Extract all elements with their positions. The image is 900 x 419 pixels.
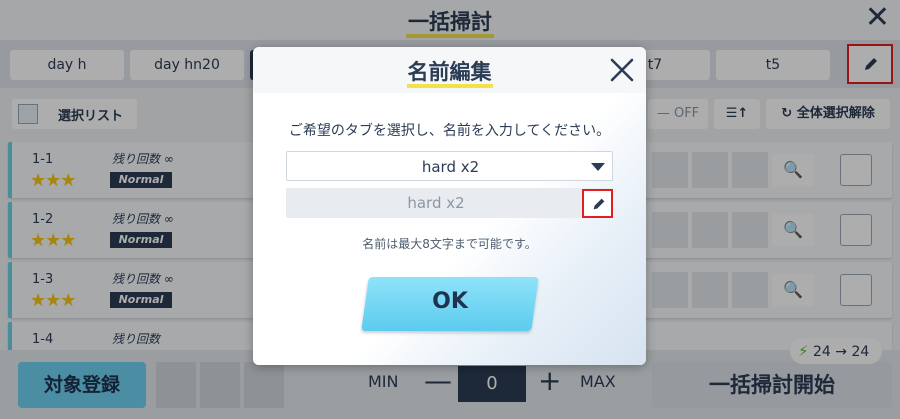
dialog-title: 名前編集 bbox=[253, 56, 646, 88]
close-icon[interactable] bbox=[607, 55, 637, 85]
ok-button-label: OK bbox=[432, 289, 468, 314]
tab-select-dropdown[interactable]: hard x2 bbox=[286, 151, 613, 181]
rename-dialog: 名前編集 ご希望のタブを選択し、名前を入力してください。 hard x2 har… bbox=[253, 47, 646, 365]
name-length-hint: 名前は最大8文字まで可能です。 bbox=[362, 237, 537, 251]
dialog-header: 名前編集 bbox=[253, 47, 646, 93]
selected-tab-value: hard x2 bbox=[421, 158, 480, 176]
edit-name-button[interactable] bbox=[582, 189, 613, 218]
tab-name-placeholder: hard x2 bbox=[407, 194, 465, 212]
dialog-description: ご希望のタブを選択し、名前を入力してください。 bbox=[288, 123, 611, 139]
chevron-down-icon bbox=[591, 163, 605, 171]
pencil-icon bbox=[593, 198, 605, 210]
tab-name-input[interactable]: hard x2 bbox=[286, 188, 613, 218]
